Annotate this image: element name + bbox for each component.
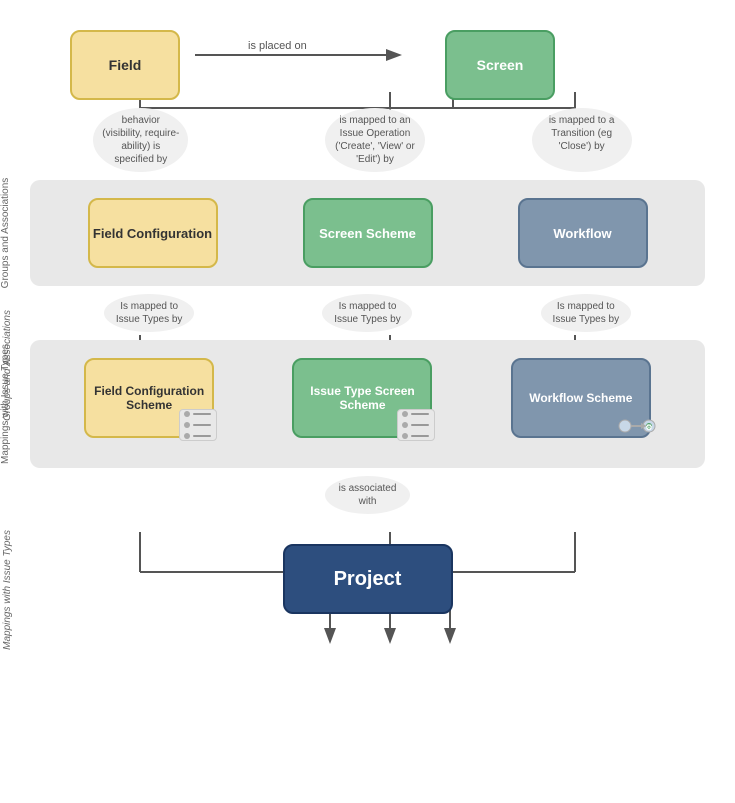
project-label: Project [334,568,402,591]
itss-node: Issue Type Screen Scheme [292,358,432,438]
fc-scheme-label: Field Configuration Scheme [86,384,212,412]
field-config-node: Field Configuration [88,198,218,268]
groups-side-label: Groups and Associations [2,310,13,421]
itss-label: Issue Type Screen Scheme [294,384,430,412]
wf-scheme-label: Workflow Scheme [529,391,632,405]
mapped-fc-label: Is mapped to Issue Types by [104,294,194,332]
project-node: Project [283,544,453,614]
mapped-ss-label: Is mapped to Issue Types by [322,294,412,332]
groups-section-label: Groups and Associations [0,178,11,289]
mapped-wf-label: Is mapped to Issue Types by [541,294,631,332]
fc-scheme-icon [179,409,217,441]
screen-node: Screen [445,30,555,100]
field-label: Field [109,57,142,73]
field-config-label: Field Configuration [93,226,212,241]
mappings-side-label: Mappings with Issue Types [2,530,13,650]
svg-text:⚙: ⚙ [645,423,652,432]
workflow-label: Workflow [553,226,611,241]
wf-scheme-icon: ⚙ [617,408,657,444]
wf-scheme-node: Workflow Scheme ⚙ [511,358,651,438]
fc-scheme-node: Field Configuration Scheme [84,358,214,438]
screen-scheme-label: Screen Scheme [319,226,416,241]
screen-scheme-node: Screen Scheme [303,198,433,268]
field-node: Field [70,30,180,100]
mapped-transition-label: is mapped to a Transition (eg 'Close') b… [532,108,632,172]
diagram-container: is placed on [0,0,735,803]
workflow-node: Workflow [518,198,648,268]
associated-label: is associated with [325,476,410,514]
screen-label: Screen [477,57,524,73]
diagram-main: Field Screen behavior (visibility, requi… [30,10,705,634]
behavior-label: behavior (visibility, require-ability) i… [93,108,188,172]
itss-icon [397,409,435,441]
mapped-operation-label: is mapped to an Issue Operation ('Create… [325,108,425,172]
